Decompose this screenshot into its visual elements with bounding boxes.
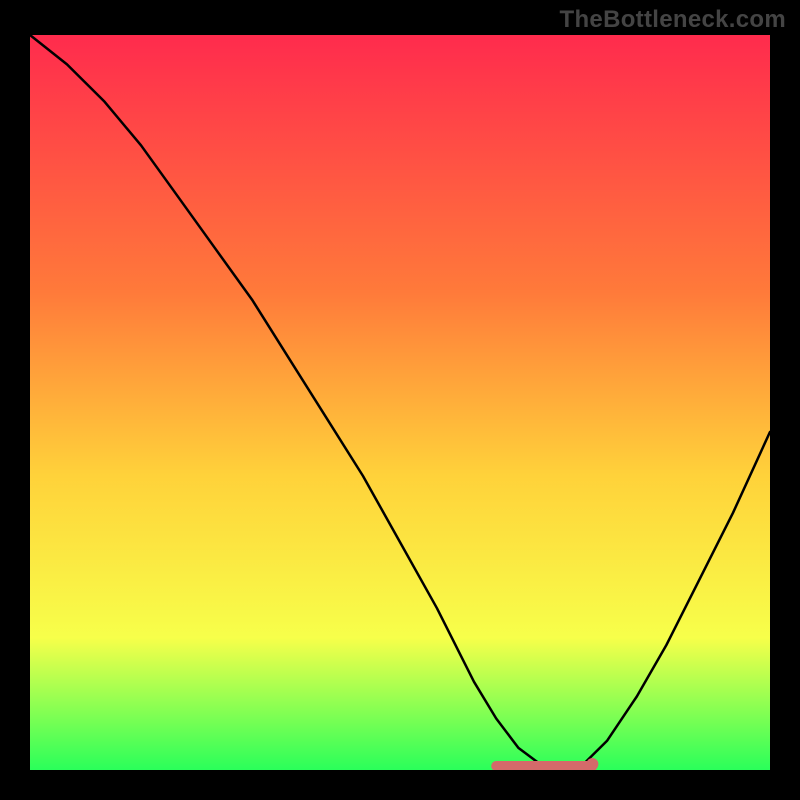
optimal-marker-dot [586, 758, 598, 770]
watermark-text: TheBottleneck.com [560, 6, 786, 34]
chart-svg [0, 0, 800, 800]
chart-stage: TheBottleneck.com [0, 0, 800, 800]
